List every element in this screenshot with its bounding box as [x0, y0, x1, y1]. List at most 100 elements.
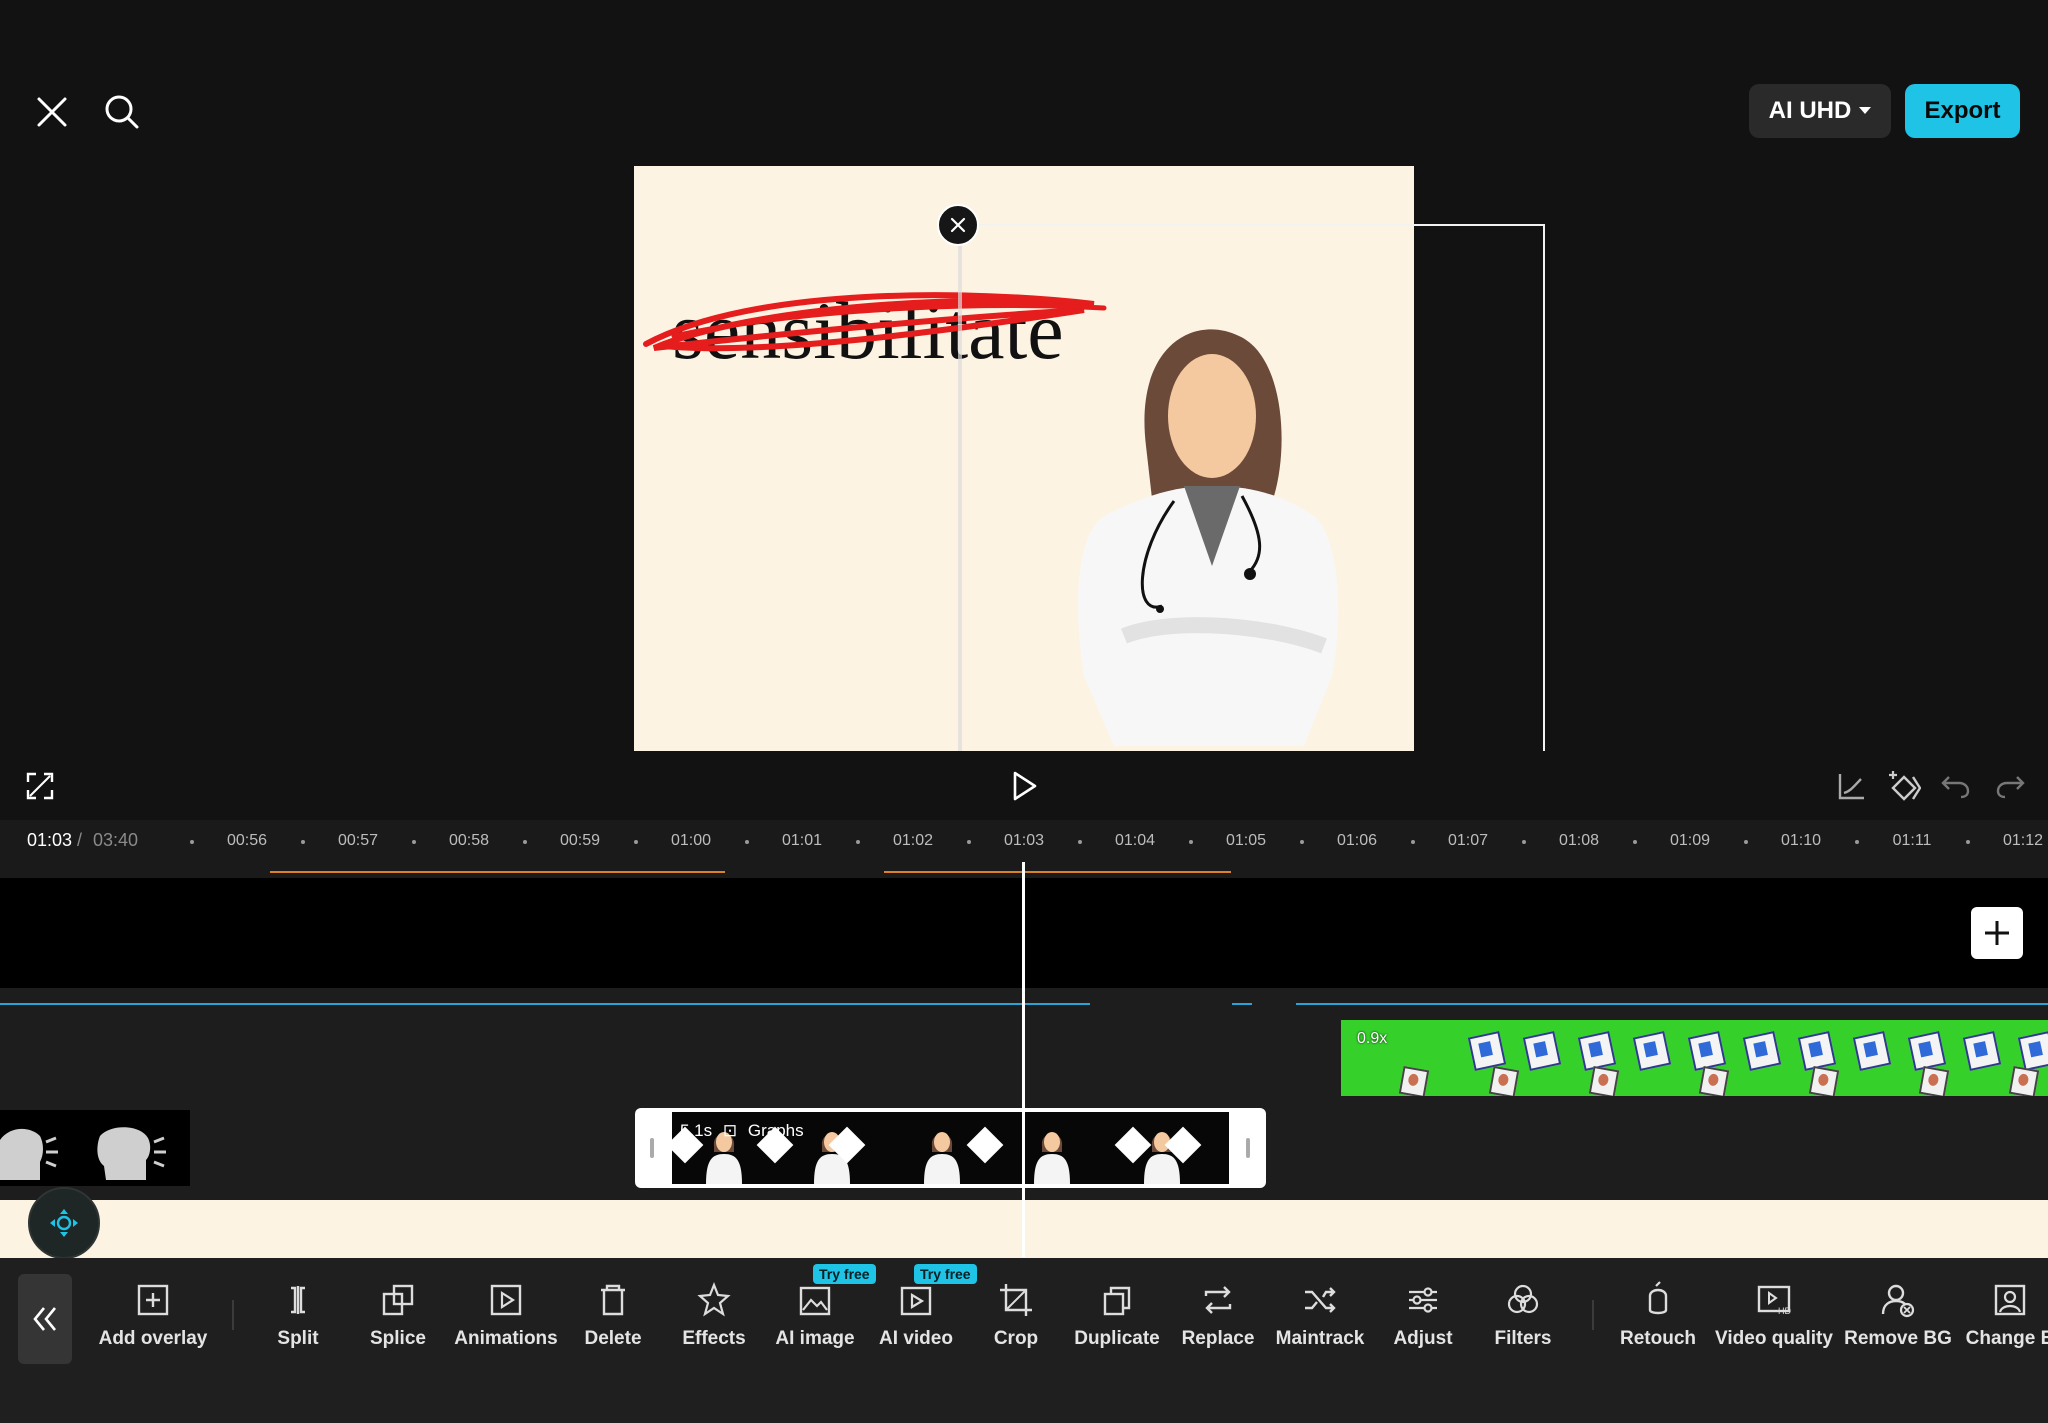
- keyframe-diamond[interactable]: [966, 1126, 1004, 1164]
- retouch-icon: [1638, 1280, 1678, 1320]
- video-preview[interactable]: sensibilitate: [634, 166, 1414, 751]
- undo-icon[interactable]: [1938, 768, 1974, 804]
- crop-icon: [996, 1280, 1036, 1320]
- marker-range: [270, 871, 725, 873]
- search-icon[interactable]: [100, 90, 144, 134]
- green-clip-speed: 0.9x: [1357, 1030, 1388, 1047]
- animations-icon: [486, 1280, 526, 1320]
- move-icon: [50, 1209, 78, 1237]
- ai-image-icon: [795, 1280, 835, 1320]
- trim-handle-left[interactable]: [650, 1138, 654, 1158]
- clip-duration: 5.1s: [680, 1121, 713, 1140]
- tool-label: Animations: [454, 1328, 558, 1349]
- tool-add-overlay-button[interactable]: Add overlay: [93, 1274, 213, 1364]
- ruler-dot: [1966, 840, 1970, 844]
- add-overlay-icon: [133, 1280, 173, 1320]
- selection-frame-right: [1543, 224, 1545, 751]
- splice-icon: [378, 1280, 418, 1320]
- ruler-dot: [967, 840, 971, 844]
- replace-icon: [1198, 1280, 1238, 1320]
- ruler-tick-label: 00:57: [337, 832, 379, 849]
- double-chevron-left-icon: [33, 1307, 57, 1331]
- ruler-tick-label: 01:02: [892, 832, 934, 849]
- plus-icon: [1985, 921, 2009, 945]
- ruler-tick-label: 01:03: [1003, 832, 1045, 849]
- ruler-dot: [1855, 840, 1859, 844]
- ruler-dot: [1633, 840, 1637, 844]
- ruler-tick-label: 01:01: [781, 832, 823, 849]
- doctor-illustration: [1078, 329, 1339, 746]
- quality-label: AI UHD: [1768, 97, 1852, 124]
- redo-icon[interactable]: [1992, 768, 2028, 804]
- ruler-dot: [856, 840, 860, 844]
- audio-line: [1296, 1003, 2048, 1005]
- tool-maintrack-button[interactable]: Maintrack: [1260, 1274, 1380, 1364]
- selection-frame-top: [960, 224, 1545, 226]
- playhead[interactable]: [1022, 862, 1025, 1257]
- play-icon[interactable]: [1004, 766, 1044, 806]
- ruler-dot: [1411, 840, 1415, 844]
- fullscreen-icon[interactable]: [22, 768, 58, 804]
- change-bg-icon: [1990, 1280, 2030, 1320]
- svg-text:HD: HD: [1778, 1306, 1791, 1316]
- tool-label: Duplicate: [1074, 1328, 1160, 1349]
- ruler-tick-label: 00:59: [559, 832, 601, 849]
- ruler-tick-label: 01:09: [1669, 832, 1711, 849]
- tool-retouch-button[interactable]: Retouch: [1598, 1274, 1718, 1364]
- speaking-head-icon: [0, 1127, 166, 1180]
- current-time: 01:03: [27, 830, 73, 850]
- graph-icon[interactable]: [1834, 768, 1870, 804]
- tool-label: Crop: [993, 1328, 1039, 1349]
- tool-label: Effects: [682, 1328, 746, 1349]
- toolbar-divider: [232, 1300, 234, 1330]
- effects-icon: [694, 1280, 734, 1320]
- close-icon[interactable]: [32, 92, 72, 132]
- tool-change-b-button[interactable]: Change B: [1950, 1274, 2048, 1364]
- move-handle-button[interactable]: [28, 1187, 100, 1259]
- ruler-dot: [1189, 840, 1193, 844]
- ruler-tick-label: 01:11: [1892, 832, 1932, 849]
- remove-bg-icon: [1878, 1280, 1918, 1320]
- collapse-button[interactable]: [18, 1274, 72, 1364]
- keyframe-add-icon[interactable]: [1884, 766, 1924, 806]
- tool-label: Maintrack: [1275, 1328, 1365, 1349]
- ruler-tick-label: 01:08: [1558, 832, 1600, 849]
- ruler-tick-label: 00:56: [226, 832, 268, 849]
- ruler-dot: [190, 840, 194, 844]
- add-clip-button[interactable]: [1971, 907, 2023, 959]
- tool-label: Remove BG: [1844, 1328, 1952, 1349]
- ruler-tick-label: 01:00: [670, 832, 712, 849]
- ruler-dot: [634, 840, 638, 844]
- tool-label: Video quality: [1715, 1328, 1833, 1349]
- duplicate-icon: [1097, 1280, 1137, 1320]
- remove-overlay-button[interactable]: [937, 204, 979, 246]
- close-icon: [950, 217, 966, 233]
- tool-animations-button[interactable]: Animations: [446, 1274, 566, 1364]
- tool-filters-button[interactable]: Filters: [1463, 1274, 1583, 1364]
- trim-handle-right[interactable]: [1246, 1138, 1250, 1158]
- ruler-dot: [523, 840, 527, 844]
- toolbar-divider: [1592, 1300, 1594, 1330]
- ai-video-icon: [896, 1280, 936, 1320]
- tool-label: Split: [277, 1328, 319, 1349]
- quality-dropdown[interactable]: AI UHD: [1749, 84, 1891, 138]
- ruler-dot: [745, 840, 749, 844]
- export-button[interactable]: Export: [1905, 84, 2020, 138]
- tool-remove-bg-button[interactable]: Remove BG: [1838, 1274, 1958, 1364]
- tool-splice-button[interactable]: Splice: [338, 1274, 458, 1364]
- total-time: 03:40: [93, 830, 139, 850]
- audio-line: [0, 1003, 1090, 1005]
- tool-video-quality-button[interactable]: HD Video quality: [1714, 1274, 1834, 1364]
- clip-name: Graphs: [747, 1121, 804, 1140]
- speech-clip[interactable]: [0, 1110, 190, 1186]
- video-quality-icon: HD: [1754, 1280, 1794, 1320]
- clip-icon: ⊡: [722, 1121, 738, 1140]
- ruler-dot: [1744, 840, 1748, 844]
- tool-label: Delete: [584, 1328, 642, 1349]
- filters-icon: [1503, 1280, 1543, 1320]
- tool-label: AI image: [775, 1328, 855, 1349]
- ruler-tick-label: 01:05: [1225, 832, 1267, 849]
- green-screen-clip[interactable]: [1341, 1020, 2048, 1096]
- tool-label: Retouch: [1620, 1328, 1696, 1349]
- tool-label: Filters: [1494, 1328, 1552, 1349]
